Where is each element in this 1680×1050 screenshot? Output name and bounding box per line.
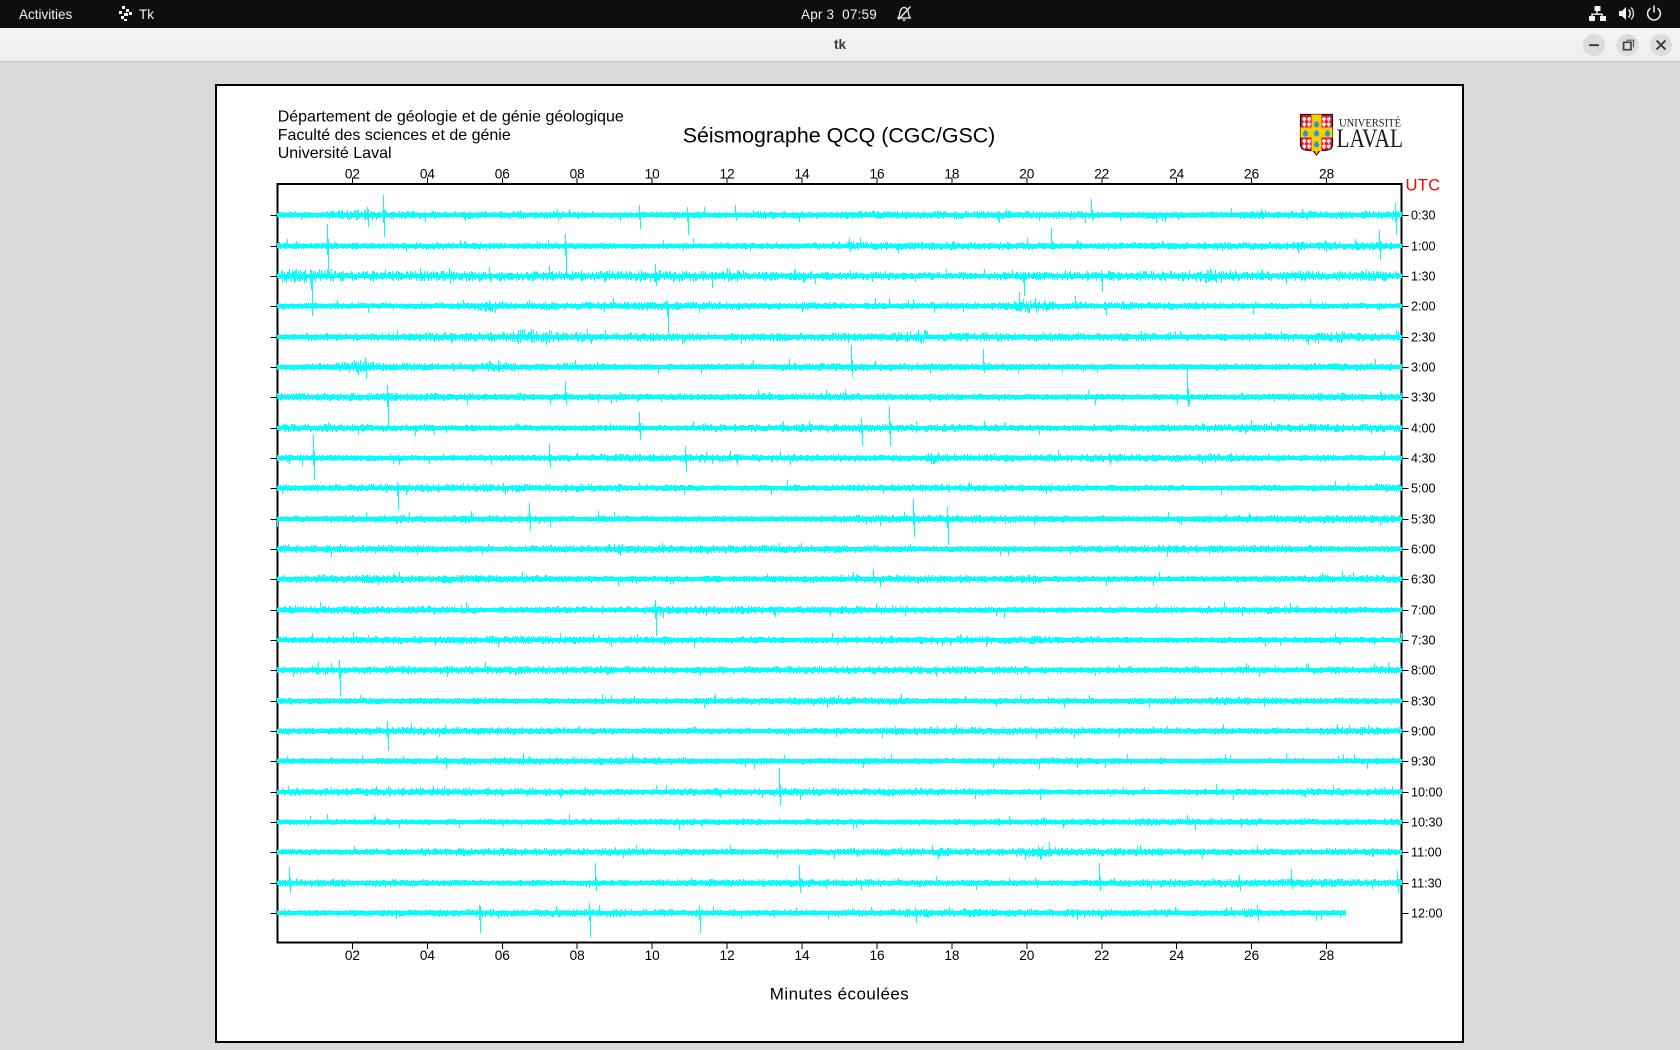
svg-text:06: 06	[495, 948, 510, 963]
svg-text:Université Laval: Université Laval	[278, 145, 392, 162]
svg-text:10: 10	[645, 948, 661, 963]
svg-text:26: 26	[1244, 948, 1259, 963]
svg-text:18: 18	[944, 167, 959, 182]
svg-text:06: 06	[495, 167, 510, 182]
svg-text:8:30: 8:30	[1411, 695, 1436, 709]
svg-text:10:00: 10:00	[1411, 786, 1443, 800]
svg-text:3:30: 3:30	[1411, 391, 1436, 405]
svg-text:4:30: 4:30	[1411, 452, 1436, 466]
svg-text:26: 26	[1244, 167, 1259, 182]
svg-text:Département de géologie et de: Département de géologie et de génie géol…	[278, 109, 624, 126]
svg-text:12:00: 12:00	[1411, 907, 1443, 921]
svg-text:10: 10	[645, 167, 661, 182]
svg-text:9:30: 9:30	[1411, 755, 1436, 769]
svg-text:16: 16	[869, 167, 884, 182]
svg-text:02: 02	[345, 948, 360, 963]
svg-text:14: 14	[794, 948, 810, 963]
svg-text:24: 24	[1169, 167, 1185, 182]
svg-text:08: 08	[570, 167, 585, 182]
svg-text:4:00: 4:00	[1411, 422, 1436, 436]
svg-text:9:00: 9:00	[1411, 725, 1436, 739]
svg-text:02: 02	[345, 167, 360, 182]
svg-text:22: 22	[1094, 948, 1109, 963]
svg-text:16: 16	[869, 948, 884, 963]
svg-text:20: 20	[1019, 948, 1035, 963]
svg-text:7:00: 7:00	[1411, 604, 1436, 618]
svg-text:3:00: 3:00	[1411, 361, 1436, 375]
svg-text:14: 14	[794, 167, 810, 182]
svg-text:Séismographe QCQ (CGC/GSC): Séismographe QCQ (CGC/GSC)	[683, 124, 996, 148]
svg-text:10:30: 10:30	[1411, 816, 1443, 830]
svg-text:22: 22	[1094, 167, 1109, 182]
svg-text:UTC: UTC	[1406, 177, 1441, 195]
svg-text:2:00: 2:00	[1411, 300, 1436, 314]
svg-text:28: 28	[1319, 167, 1334, 182]
svg-text:24: 24	[1169, 948, 1185, 963]
svg-text:5:00: 5:00	[1411, 482, 1436, 496]
svg-text:1:30: 1:30	[1411, 270, 1436, 284]
svg-text:04: 04	[420, 948, 436, 963]
svg-text:Faculté des sciences et de gén: Faculté des sciences et de génie	[278, 127, 511, 144]
svg-text:6:00: 6:00	[1411, 543, 1436, 557]
svg-text:04: 04	[420, 167, 436, 182]
svg-text:20: 20	[1019, 167, 1035, 182]
svg-text:5:30: 5:30	[1411, 513, 1436, 527]
svg-text:7:30: 7:30	[1411, 634, 1436, 648]
svg-text:12: 12	[720, 948, 735, 963]
svg-text:6:30: 6:30	[1411, 573, 1436, 587]
svg-text:28: 28	[1319, 948, 1334, 963]
svg-text:8:00: 8:00	[1411, 664, 1436, 678]
svg-text:08: 08	[570, 948, 585, 963]
svg-text:LAVAL: LAVAL	[1337, 124, 1404, 153]
svg-text:11:30: 11:30	[1411, 877, 1442, 891]
svg-text:0:30: 0:30	[1411, 209, 1436, 223]
svg-text:2:30: 2:30	[1411, 331, 1436, 345]
svg-text:12: 12	[720, 167, 735, 182]
svg-text:1:00: 1:00	[1411, 240, 1436, 254]
svg-text:18: 18	[944, 948, 959, 963]
svg-text:11:00: 11:00	[1411, 846, 1442, 860]
svg-text:Minutes écoulées: Minutes écoulées	[770, 985, 910, 1004]
